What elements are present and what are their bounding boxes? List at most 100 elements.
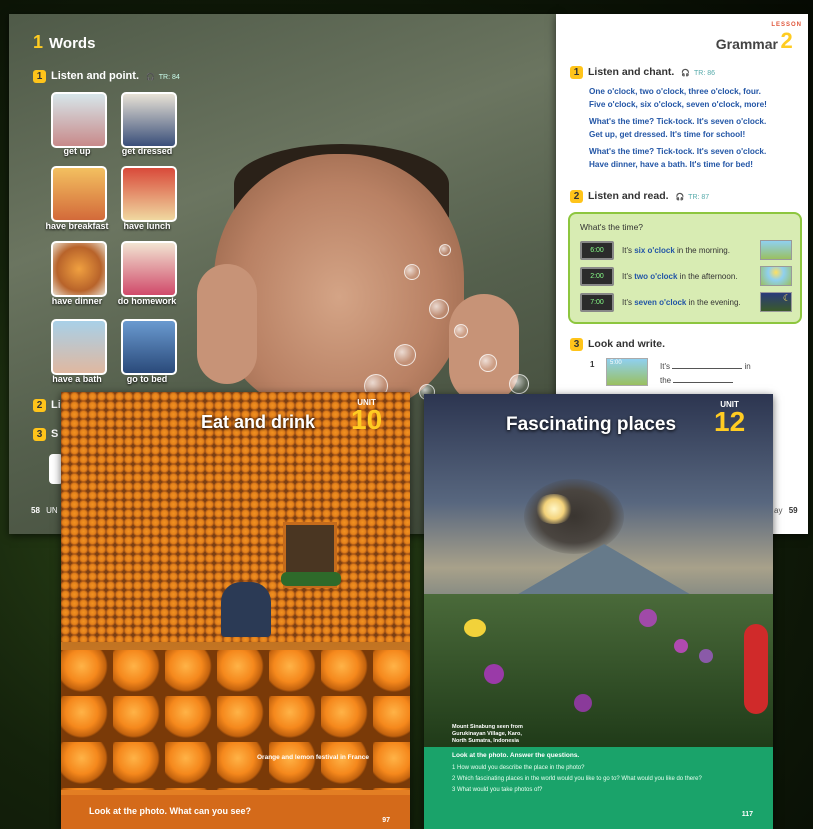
unit-title: Fascinating places (506, 414, 677, 435)
time-row: 7:00 It's seven o'clock in the evening. … (580, 292, 792, 312)
question-item: 2 Which fascinating places in the world … (452, 776, 702, 782)
card-label: do homework (117, 296, 177, 306)
page-title: Words (49, 35, 96, 52)
card-label: have dinner (51, 296, 103, 306)
chant-line: One o'clock, two o'clock, three o'clock,… (589, 87, 761, 96)
yellow-flower (464, 619, 486, 637)
exercise-text: It's (660, 362, 670, 371)
water-bubble (479, 354, 497, 372)
track-number: TR: 86 (693, 70, 715, 77)
card-get-dressed-image[interactable] (121, 92, 177, 148)
photo-right-hand (449, 294, 519, 404)
water-bubble (509, 374, 529, 394)
purple-flower (574, 694, 592, 712)
task-3-fragment: 3S (33, 428, 58, 441)
answer-blank[interactable] (672, 368, 743, 369)
chant-line: What's the time? Tick-tock. It's seven o… (589, 117, 767, 126)
oranges-photo (61, 650, 410, 790)
purple-flower (484, 664, 504, 684)
task-number: 3 (570, 338, 583, 351)
page-number: 117 (741, 811, 753, 818)
task-label: Li (51, 399, 61, 411)
unit-marker: UNIT 12 (714, 400, 746, 437)
task-2-fragment: 2 Li (33, 399, 61, 412)
task-label: Listen and read. (588, 190, 669, 202)
digital-clock-icon: 7:00 (580, 292, 614, 312)
card-have-dinner-image[interactable] (51, 241, 107, 297)
afternoon-sky-icon (760, 266, 792, 286)
card-label: have a bath (52, 374, 102, 384)
photo-left-hand (197, 264, 257, 384)
task-label: Look and write. (588, 338, 666, 350)
task-listen-chant: 1 Listen and chant. 🎧 TR: 86 (570, 66, 715, 79)
prompt-bar: Look at the photo. What can you see? 97 (61, 795, 410, 829)
lesson-number: 2 (780, 28, 793, 53)
time-suffix: in the afternoon. (677, 271, 738, 281)
purple-flower (674, 639, 688, 653)
track-number: TR: 87 (688, 194, 710, 201)
card-go-to-bed-image[interactable] (121, 319, 177, 375)
card-label: go to bed (126, 374, 168, 384)
water-bubble (454, 324, 468, 338)
page-number-value: 58 (31, 506, 40, 515)
track-number: TR: 84 (158, 74, 180, 81)
unit-number: 12 (714, 406, 746, 437)
card-label: have lunch (123, 221, 171, 231)
time-sentence: It's six o'clock in the morning. (622, 246, 752, 255)
purple-flower (699, 649, 713, 663)
answer-blank[interactable] (673, 382, 734, 383)
page-number: 58 UN (31, 506, 58, 515)
time-examples-box: What's the time? 6:00 It's six o'clock i… (568, 212, 802, 324)
chant-line: Five o'clock, six o'clock, seven o'clock… (589, 99, 767, 109)
time-highlight: six o'clock (634, 245, 675, 255)
time-prefix: It's (622, 245, 635, 255)
task-listen-point: 1 Listen and point. 🎧 TR: 84 (33, 70, 180, 83)
footer-text: UN (46, 506, 58, 515)
time-row: 6:00 It's six o'clock in the morning. (580, 240, 792, 260)
red-flower (744, 624, 768, 714)
worker-figure (221, 582, 271, 637)
chant-text: One o'clock, two o'clock, three o'clock,… (589, 86, 804, 171)
page-number-value: 59 (788, 506, 798, 515)
exercise-clock: 5:00 (610, 360, 622, 366)
exercise-text: the (660, 376, 672, 385)
headphones-icon: 🎧 (675, 194, 685, 201)
card-have-a-bath-image[interactable] (51, 319, 107, 375)
exercise-picture: 5:00 (606, 358, 648, 386)
unit-10-opener: Eat and drink UNIT 10 Orange and lemon f… (61, 392, 410, 829)
time-sentence: It's seven o'clock in the evening. (622, 298, 752, 307)
question-list: 1 How would you describe the place in th… (452, 763, 752, 796)
page-number: ay 59 (774, 506, 798, 515)
box-question: What's the time? (580, 222, 644, 232)
unit-marker: UNIT 10 (351, 398, 382, 434)
flower-box (281, 572, 341, 586)
exercise-line-2: the (660, 376, 734, 385)
time-row: 2:00 It's two o'clock in the afternoon. (580, 266, 792, 286)
task-listen-read: 2 Listen and read. 🎧 TR: 87 (570, 190, 709, 203)
task-label: Listen and point. (51, 70, 139, 82)
task-look-write: 3 Look and write. (570, 338, 665, 351)
water-bubble (439, 244, 451, 256)
card-get-up-image[interactable] (51, 92, 107, 148)
time-highlight: two o'clock (634, 271, 678, 281)
sun-glow (534, 494, 574, 524)
task-label: S (51, 428, 59, 440)
unit-title: Eat and drink (201, 412, 316, 432)
lesson-number: 1 (33, 32, 44, 52)
card-do-homework-image[interactable] (121, 241, 177, 297)
footer-text: ay (774, 506, 783, 515)
headphones-icon: 🎧 (681, 70, 690, 77)
page-title: Grammar (715, 36, 778, 52)
unit-12-opener: Fascinating places UNIT 12 Mount Sinabun… (424, 394, 773, 829)
exercise-line-1: It's in (660, 362, 751, 371)
time-sentence: It's two o'clock in the afternoon. (622, 272, 752, 281)
time-suffix: in the evening. (686, 297, 741, 307)
question-item: 1 How would you describe the place in th… (452, 765, 585, 771)
card-have-lunch-image[interactable] (121, 166, 177, 222)
lesson-heading: 1 Words (33, 32, 95, 53)
chant-line: What's the time? Tick-tock. It's seven o… (589, 147, 767, 156)
chant-line: Have dinner, have a bath. It's time for … (589, 159, 753, 169)
photo-caption: Orange and lemon festival in France (257, 754, 369, 761)
card-have-breakfast-image[interactable] (51, 166, 107, 222)
time-suffix: in the morning. (674, 245, 730, 255)
